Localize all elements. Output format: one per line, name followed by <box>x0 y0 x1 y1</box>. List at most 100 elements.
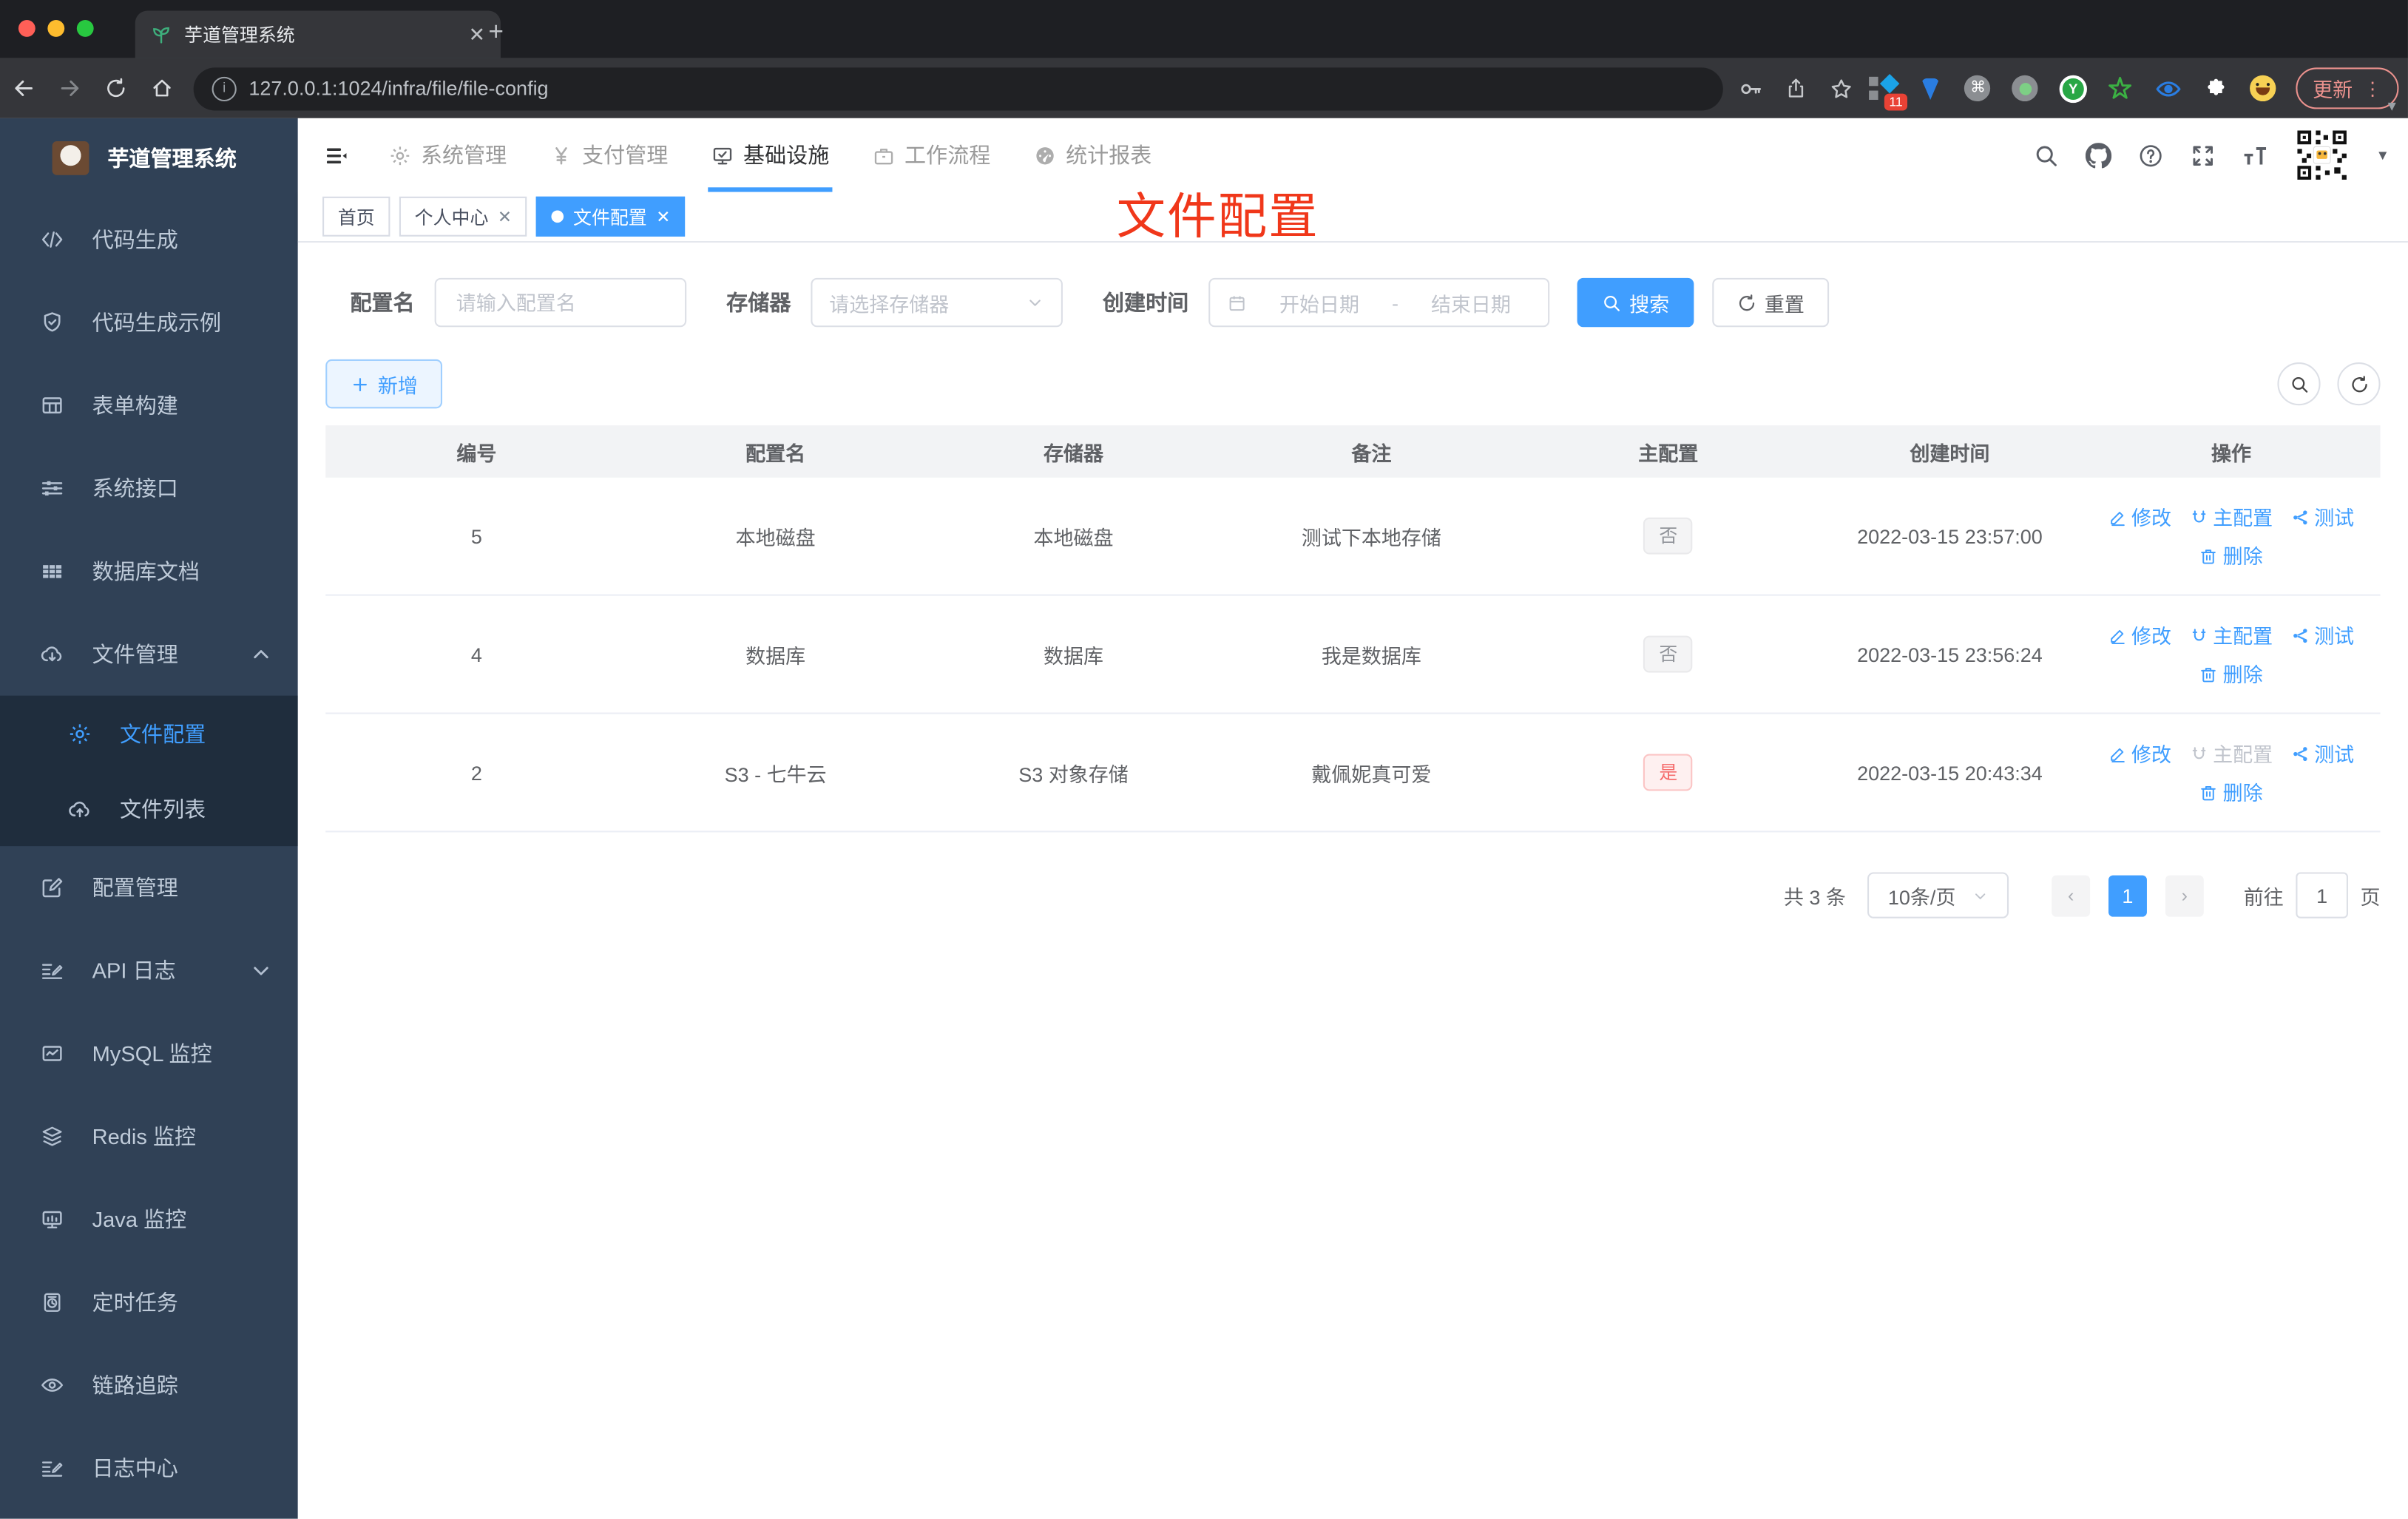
bookmark-star-icon[interactable] <box>1829 76 1853 101</box>
extension-tabs-icon[interactable]: 11 <box>1869 72 1907 110</box>
config-name-input[interactable] <box>453 289 669 316</box>
pencil-icon <box>2111 747 2125 762</box>
sidebar-item-code-demo[interactable]: 代码生成示例 <box>0 281 298 364</box>
github-icon[interactable] <box>2086 142 2112 168</box>
browser-menu-dots-icon[interactable]: ⋮ <box>2364 78 2382 99</box>
nav-item-payment[interactable]: 支付管理 <box>528 118 689 192</box>
sidebar-item-config-manage[interactable]: 配置管理 <box>0 846 298 929</box>
tab-close-icon[interactable]: ✕ <box>469 22 486 47</box>
url-text: 127.0.0.1:1024/infra/file/file-config <box>248 76 549 100</box>
edit-link[interactable]: 修改 <box>2108 502 2171 531</box>
master-link[interactable]: 主配置 <box>2190 502 2273 531</box>
address-bar[interactable]: i 127.0.0.1:1024/infra/file/file-config <box>193 67 1723 110</box>
pencil-icon <box>2111 629 2125 644</box>
add-button[interactable]: 新增 <box>325 359 443 409</box>
browser-forward-button[interactable] <box>46 75 92 102</box>
site-info-icon[interactable]: i <box>212 75 237 101</box>
reset-button[interactable]: 重置 <box>1712 277 1830 328</box>
extension-record-icon[interactable] <box>2012 75 2039 102</box>
yen-icon <box>555 146 567 164</box>
tag-file-config[interactable]: 文件配置 ✕ <box>536 196 686 237</box>
page-size-select[interactable]: 10条/页 <box>1867 872 2009 918</box>
refresh-table-button[interactable] <box>2337 362 2381 406</box>
toolbar-overflow-caret-icon[interactable]: ▼ <box>2385 98 2399 114</box>
sidebar-item-api-log[interactable]: API 日志 <box>0 929 298 1012</box>
close-window-button[interactable] <box>18 19 35 37</box>
nav-item-workflow[interactable]: 工作流程 <box>850 118 1012 192</box>
sidebar-item-redis-monitor[interactable]: Redis 监控 <box>0 1095 298 1178</box>
password-key-icon[interactable] <box>1739 76 1763 101</box>
chevron-down-icon <box>1974 893 1985 899</box>
extension-command-icon[interactable]: ⌘ <box>1964 75 1992 102</box>
date-range-picker[interactable]: 开始日期 - 结束日期 <box>1208 277 1550 328</box>
current-page-button[interactable]: 1 <box>2108 874 2147 916</box>
sidebar-collapse-icon[interactable] <box>322 142 348 168</box>
cell-storage: 数据库 <box>1043 644 1103 668</box>
master-link-disabled: 主配置 <box>2190 739 2273 768</box>
extension-eye-icon[interactable] <box>2154 75 2182 102</box>
delete-link[interactable]: 删除 <box>2199 659 2263 688</box>
next-page-button[interactable]: › <box>2165 874 2204 916</box>
nav-item-infrastructure[interactable]: 基础设施 <box>689 118 850 192</box>
extension-balloon-icon[interactable] <box>1916 75 1944 102</box>
nav-item-system[interactable]: 系统管理 <box>367 118 528 192</box>
share-icon[interactable] <box>1785 77 1807 100</box>
delete-link[interactable]: 删除 <box>2199 777 2263 806</box>
user-avatar-qr[interactable] <box>2294 127 2350 183</box>
shield-check-icon <box>44 312 61 332</box>
sidebar-item-trace[interactable]: 链路追踪 <box>0 1344 298 1427</box>
chrome-update-button[interactable]: 更新 ⋮ <box>2296 67 2399 109</box>
tag-profile[interactable]: 个人中心 ✕ <box>399 196 527 237</box>
show-search-toggle-button[interactable] <box>2277 362 2321 406</box>
browser-home-button[interactable] <box>138 75 184 102</box>
macos-traffic-lights[interactable] <box>18 19 94 37</box>
start-date-placeholder[interactable]: 开始日期 <box>1259 288 1380 317</box>
fullscreen-icon[interactable] <box>2190 142 2216 168</box>
trash-icon <box>2202 785 2216 800</box>
minimize-window-button[interactable] <box>47 19 65 37</box>
test-link[interactable]: 测试 <box>2291 620 2354 649</box>
search-button[interactable]: 搜索 <box>1577 277 1694 328</box>
cell-remark: 我是数据库 <box>1321 644 1421 668</box>
tag-home[interactable]: 首页 <box>322 196 390 237</box>
sidebar-item-java-monitor[interactable]: Java 监控 <box>0 1178 298 1261</box>
extension-emoji-icon[interactable] <box>2250 75 2277 102</box>
search-icon[interactable] <box>2033 142 2059 168</box>
font-size-icon[interactable] <box>2242 142 2268 168</box>
sidebar-item-file-list[interactable]: 文件列表 <box>0 771 298 846</box>
browser-tab-title: 芋道管理系统 <box>184 24 295 47</box>
end-date-placeholder[interactable]: 结束日期 <box>1411 288 1532 317</box>
browser-reload-button[interactable] <box>92 75 138 102</box>
master-link[interactable]: 主配置 <box>2190 620 2273 649</box>
maximize-window-button[interactable] <box>76 19 94 37</box>
browser-back-button[interactable] <box>0 75 46 102</box>
sidebar-item-db-doc[interactable]: 数据库文档 <box>0 530 298 612</box>
extension-star-icon[interactable] <box>2107 75 2134 102</box>
sidebar-item-file-manage[interactable]: 文件管理 <box>0 613 298 696</box>
test-link[interactable]: 测试 <box>2291 739 2354 768</box>
edit-link[interactable]: 修改 <box>2108 739 2171 768</box>
tag-close-icon[interactable]: ✕ <box>498 206 512 226</box>
sidebar-item-mysql-monitor[interactable]: MySQL 监控 <box>0 1012 298 1095</box>
prev-page-button[interactable]: ‹ <box>2052 874 2091 916</box>
new-tab-button[interactable]: + <box>488 18 504 44</box>
edit-link[interactable]: 修改 <box>2108 620 2171 649</box>
sidebar-logo[interactable]: 芋道管理系统 <box>0 118 298 198</box>
sidebar-item-code-gen[interactable]: 代码生成 <box>0 198 298 281</box>
tag-close-icon[interactable]: ✕ <box>656 206 670 226</box>
extension-y-icon[interactable]: Y <box>2059 74 2087 103</box>
sidebar-item-form-builder[interactable]: 表单构建 <box>0 364 298 447</box>
goto-page-input[interactable] <box>2296 872 2348 918</box>
table-header-row: 编号 配置名 存储器 备注 主配置 创建时间 操作 <box>325 425 2381 478</box>
sidebar-item-log-center[interactable]: 日志中心 <box>0 1427 298 1509</box>
extensions-puzzle-icon[interactable] <box>2202 75 2230 102</box>
user-menu-caret-icon[interactable]: ▼ <box>2376 147 2390 163</box>
help-icon[interactable] <box>2138 142 2164 168</box>
delete-link[interactable]: 删除 <box>2199 541 2263 569</box>
sidebar-item-system-api[interactable]: 系统接口 <box>0 447 298 530</box>
browser-tab[interactable]: 芋道管理系统 ✕ <box>135 10 501 58</box>
sidebar-item-file-config[interactable]: 文件配置 <box>0 696 298 771</box>
test-link[interactable]: 测试 <box>2291 502 2354 531</box>
sidebar-item-scheduled-task[interactable]: 定时任务 <box>0 1261 298 1344</box>
storage-select[interactable]: 请选择存储器 <box>811 277 1063 328</box>
